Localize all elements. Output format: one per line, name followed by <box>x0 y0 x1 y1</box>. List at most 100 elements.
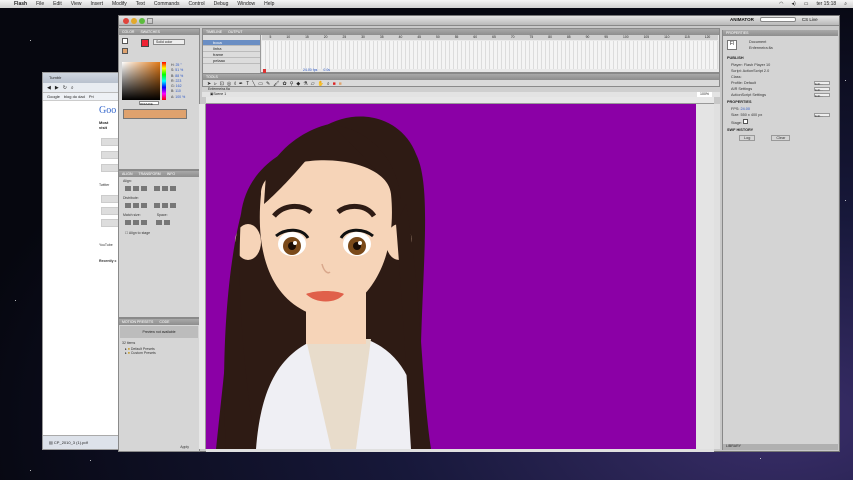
pasteboard[interactable] <box>696 104 714 449</box>
tab-color[interactable]: COLOR <box>122 29 134 35</box>
edit-air-button[interactable]: Edit... <box>814 87 830 92</box>
help-search-input[interactable] <box>759 17 796 22</box>
close-button[interactable] <box>123 18 129 24</box>
blue-value[interactable]: 110 <box>175 89 181 93</box>
tab-motion-presets[interactable]: MOTION PRESETS <box>122 319 153 325</box>
edit-profile-button[interactable]: Edit... <box>814 81 830 86</box>
bookmark-blog[interactable]: blog do dad <box>64 94 85 99</box>
spotlight-icon[interactable]: ⌕ <box>844 1 847 7</box>
distribute-bottom-icon[interactable] <box>141 203 147 208</box>
match-height-icon[interactable] <box>133 220 139 225</box>
preset-folder-custom[interactable]: ▸ ■ Custom Presets <box>119 351 199 355</box>
menu-text[interactable]: Text <box>136 1 145 7</box>
back-icon[interactable]: ◀ <box>47 85 51 91</box>
frame-ruler[interactable]: 5 10 15 20 25 30 35 40 45 50 55 60 65 70 75 80 85 90 95 100… <box>262 35 718 40</box>
vertical-ruler[interactable] <box>199 104 206 449</box>
green-value[interactable]: 162 <box>176 84 182 88</box>
menu-insert[interactable]: Insert <box>91 1 104 7</box>
distribute-left-icon[interactable] <box>154 203 161 208</box>
menu-modify[interactable]: Modify <box>112 1 127 7</box>
apply-button[interactable]: Apply <box>180 445 189 449</box>
stage[interactable] <box>206 104 696 449</box>
library-tab[interactable]: LIBRARY <box>723 444 838 450</box>
reload-icon[interactable]: ↻ <box>63 85 67 91</box>
frame-grid[interactable] <box>262 41 718 69</box>
fps-value[interactable]: 24.00 <box>741 107 751 111</box>
distribute-middle-icon[interactable] <box>133 203 139 208</box>
tab-transform[interactable]: TRANSFORM <box>139 171 161 177</box>
bookmark-pri[interactable]: Pri <box>89 94 94 99</box>
menu-help[interactable]: Help <box>264 1 274 7</box>
align-to-stage-checkbox[interactable]: ☐ Align to stage <box>119 228 199 238</box>
color-swatch[interactable] <box>141 39 149 47</box>
cs-live[interactable]: CS Live <box>802 17 818 22</box>
saturation-value[interactable]: 51 % <box>175 68 183 72</box>
align-top-icon[interactable] <box>154 186 161 191</box>
publish-section[interactable]: PUBLISH <box>723 54 838 62</box>
fill-color-swatch[interactable] <box>122 48 128 54</box>
menu-edit[interactable]: Edit <box>53 1 62 7</box>
space-vertical-icon[interactable] <box>156 220 163 225</box>
align-bottom-icon[interactable] <box>170 186 177 191</box>
volume-icon[interactable]: ◂) <box>792 1 796 7</box>
red-value[interactable]: 223 <box>175 79 181 83</box>
menu-window[interactable]: Window <box>237 1 255 7</box>
bookmark-google[interactable]: Google <box>47 94 60 99</box>
minimize-button[interactable] <box>131 18 137 24</box>
hue-slider[interactable] <box>162 62 166 100</box>
fill-type-select[interactable]: Solid color <box>153 39 185 45</box>
browser-tab[interactable]: Tumblr <box>43 73 121 83</box>
workspace-switcher[interactable]: ANIMATOR <box>730 17 754 22</box>
stroke-color-icon[interactable] <box>122 38 128 44</box>
fps-readout[interactable]: 24.00 fps <box>303 68 317 72</box>
layer-row[interactable]: pelaao <box>203 58 260 64</box>
match-width-icon[interactable] <box>125 220 131 225</box>
alpha-value[interactable]: 100 % <box>175 95 185 99</box>
menu-commands[interactable]: Commands <box>154 1 180 7</box>
properties-section[interactable]: PROPERTIES <box>723 98 838 106</box>
tab-code[interactable]: CODE <box>159 319 169 325</box>
zoom-button[interactable] <box>139 18 145 24</box>
time-readout[interactable]: 0.0s <box>323 68 330 72</box>
menu-app-name[interactable]: Flash <box>14 1 27 7</box>
distribute-center-icon[interactable] <box>162 203 169 208</box>
edit-as-button[interactable]: Edit... <box>814 93 830 98</box>
vertical-scrollbar[interactable] <box>714 104 720 449</box>
edit-size-button[interactable]: Edit... <box>814 113 830 118</box>
menu-control[interactable]: Control <box>189 1 205 7</box>
search-icon[interactable]: ⌕ <box>71 85 74 91</box>
hue-value[interactable]: 25 ° <box>175 63 181 67</box>
distribute-right-icon[interactable] <box>170 203 177 208</box>
clock[interactable]: ter 15:18 <box>816 1 836 7</box>
tab-swatches[interactable]: SWATCHES <box>140 29 159 35</box>
side-link-twitter[interactable]: Twitter <box>99 183 109 187</box>
distribute-top-icon[interactable] <box>125 203 131 208</box>
color-picker[interactable] <box>122 62 160 100</box>
stage-color-swatch[interactable] <box>743 119 749 124</box>
clear-button[interactable]: Clear <box>771 135 791 141</box>
horizontal-scrollbar[interactable] <box>206 449 714 452</box>
download-item[interactable]: CP_2010_3 (1).pdf <box>54 440 88 445</box>
match-both-icon[interactable] <box>141 220 147 225</box>
space-horizontal-icon[interactable] <box>164 220 171 225</box>
swf-history-section[interactable]: SWF HISTORY <box>723 126 838 134</box>
align-middle-icon[interactable] <box>162 186 169 191</box>
battery-icon[interactable]: ▭ <box>804 1 809 7</box>
side-link-youtube[interactable]: YouTube <box>99 243 113 247</box>
hex-field[interactable]: #DFA26E <box>139 101 159 106</box>
wifi-icon[interactable]: ◠ <box>779 1 783 7</box>
log-button[interactable]: Log <box>739 135 756 141</box>
tab-align[interactable]: ALIGN <box>122 171 133 177</box>
menu-debug[interactable]: Debug <box>214 1 229 7</box>
document-tab[interactable]: Enfermeira.fla <box>208 87 230 91</box>
menu-view[interactable]: View <box>71 1 82 7</box>
horizontal-ruler[interactable] <box>206 97 714 104</box>
forward-icon[interactable]: ▶ <box>55 85 59 91</box>
align-left-icon[interactable] <box>125 186 131 191</box>
window-mode-icon[interactable] <box>147 18 153 24</box>
align-right-icon[interactable] <box>141 186 147 191</box>
align-center-icon[interactable] <box>133 186 139 191</box>
menu-file[interactable]: File <box>36 1 44 7</box>
tab-info[interactable]: INFO <box>167 171 175 177</box>
brightness-value[interactable]: 88 % <box>175 74 183 78</box>
